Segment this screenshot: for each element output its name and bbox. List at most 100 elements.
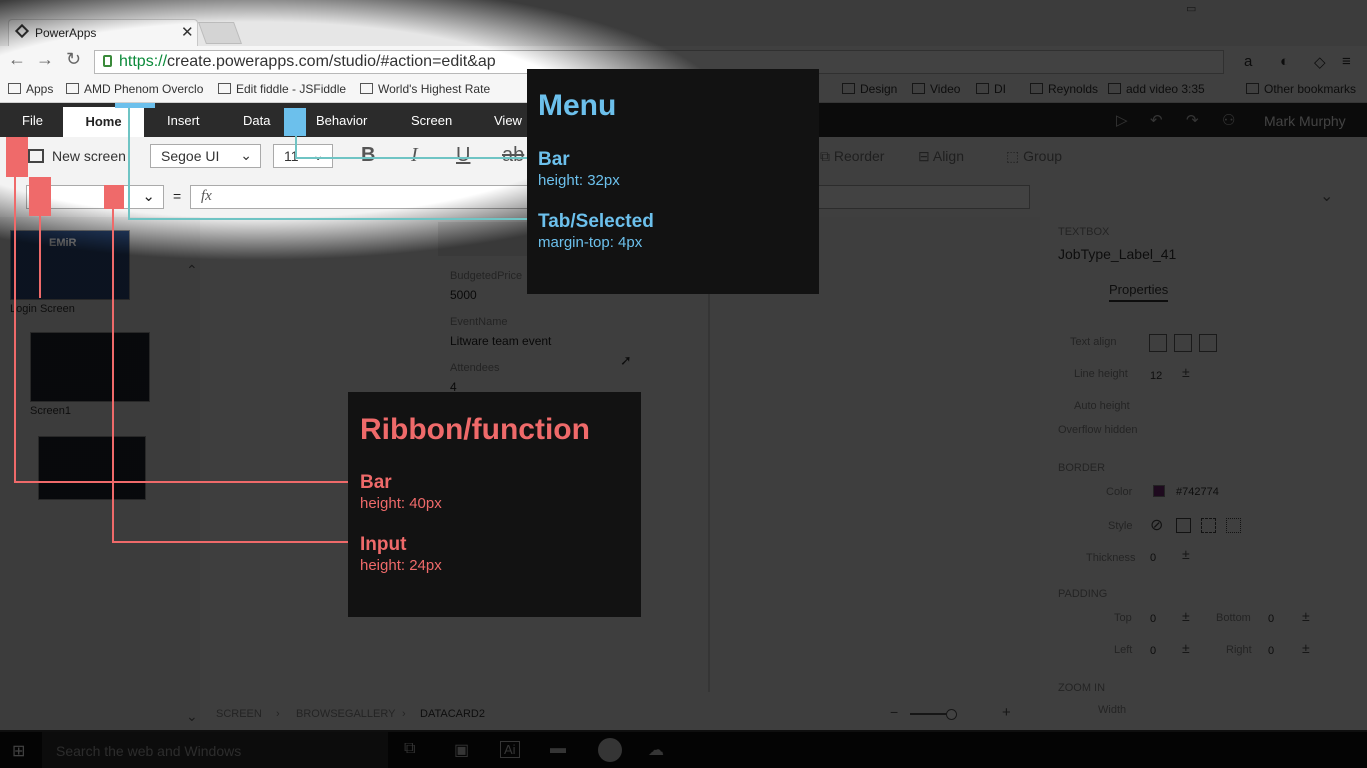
prop-label: Top	[1114, 612, 1132, 624]
close-icon[interactable]: ✕	[181, 23, 194, 41]
tab-view[interactable]: View	[494, 113, 522, 128]
menu-icon[interactable]: ≡	[1342, 53, 1351, 70]
connector-line	[295, 157, 533, 159]
user-icon[interactable]: ⚇	[1222, 111, 1235, 129]
back-icon[interactable]: ←	[8, 49, 26, 70]
illustrator-icon[interactable]: Ai	[500, 741, 520, 758]
browser-tab[interactable]: PowerApps ✕	[8, 19, 198, 46]
no-border-icon[interactable]: ⊘	[1150, 515, 1163, 535]
menu-bar-marker	[284, 108, 306, 136]
stepper-icon[interactable]: ±	[1302, 640, 1310, 656]
bookmark-di[interactable]: DI	[976, 82, 1006, 96]
underline-button[interactable]: U	[456, 144, 470, 167]
stepper-icon[interactable]: ±	[1182, 364, 1190, 380]
thickness-value[interactable]: 0	[1150, 552, 1156, 564]
control-name[interactable]: JobType_Label_41	[1058, 246, 1176, 262]
new-screen-button[interactable]: New screen	[28, 148, 126, 164]
font-select[interactable]: Segoe UI ⌄	[150, 144, 261, 168]
forward-icon[interactable]: →	[36, 49, 54, 70]
flame-icon	[66, 83, 79, 94]
group-button[interactable]: ⬚ Group	[1006, 148, 1062, 165]
italic-button[interactable]: I	[411, 144, 418, 167]
folder-icon	[842, 83, 855, 94]
redo-icon[interactable]: ↷	[1186, 111, 1199, 129]
tab-file[interactable]: File	[22, 113, 43, 128]
bookmark-other[interactable]: Other bookmarks	[1246, 82, 1356, 96]
bookmark-jsfiddle[interactable]: Edit fiddle - JSFiddle	[218, 82, 346, 96]
breadcrumb-item[interactable]: BROWSEGALLERY	[296, 708, 395, 720]
taskbar-search[interactable]: Search the web and Windows	[42, 732, 388, 768]
breadcrumb-item[interactable]: SCREEN	[216, 708, 262, 720]
annotation-spec: height: 32px	[538, 172, 620, 189]
play-icon[interactable]: ▷	[1116, 111, 1128, 129]
align-left-icon[interactable]	[1149, 334, 1167, 352]
group-icon: ⬚	[1006, 148, 1024, 164]
solid-border-icon[interactable]	[1176, 518, 1191, 533]
tab-behavior[interactable]: Behavior	[316, 113, 367, 128]
reload-icon[interactable]: ↻	[66, 49, 81, 70]
bookmark-amd[interactable]: AMD Phenom Overclo	[66, 82, 203, 96]
line-height-value[interactable]: 12	[1150, 370, 1162, 382]
task-view-icon[interactable]: ⧉	[404, 740, 415, 758]
chevron-down-icon[interactable]: ⌄	[1320, 186, 1333, 206]
file-explorer-icon[interactable]: ▬	[550, 740, 566, 758]
color-swatch[interactable]	[1153, 485, 1165, 497]
new-tab-button[interactable]	[197, 22, 243, 44]
dotted-border-icon[interactable]	[1226, 518, 1241, 533]
tab-insert[interactable]: Insert	[167, 113, 200, 128]
bookmark-design[interactable]: Design	[842, 82, 897, 96]
tab-home[interactable]: Home	[63, 107, 144, 137]
bookmark-add-video[interactable]: add video 3:35	[1108, 82, 1205, 96]
prop-label: Thickness	[1086, 552, 1136, 564]
padding-left-value[interactable]: 0	[1150, 645, 1156, 657]
user-name[interactable]: Mark Murphy	[1264, 113, 1346, 129]
tab-data[interactable]: Data	[243, 113, 270, 128]
reorder-button[interactable]: ⧉ Reorder	[820, 148, 884, 165]
bold-button[interactable]: B	[361, 144, 375, 167]
window-controls[interactable]: ▭	[1186, 2, 1196, 15]
chevron-down-icon[interactable]: ⌄	[186, 708, 198, 725]
screen-thumbnail-2[interactable]	[38, 436, 146, 500]
dashed-border-icon[interactable]	[1201, 518, 1216, 533]
screen-thumbnail-1[interactable]	[30, 332, 150, 402]
fx-icon: fx	[201, 188, 212, 204]
color-value[interactable]: #742774	[1176, 486, 1219, 498]
prop-label: Bottom	[1216, 612, 1251, 624]
zoom-out-icon[interactable]: −	[890, 704, 898, 720]
chrome-icon[interactable]	[598, 738, 622, 762]
prop-label: Right	[1226, 644, 1252, 656]
bookmark-apps[interactable]: Apps	[8, 82, 53, 96]
tab-properties[interactable]: Properties	[1109, 282, 1169, 302]
align-center-icon[interactable]	[1174, 334, 1192, 352]
bookmark-world-rate[interactable]: World's Highest Rate	[360, 82, 490, 96]
chevron-down-icon: ⌄	[142, 188, 155, 205]
padding-top-value[interactable]: 0	[1150, 613, 1156, 625]
stepper-icon[interactable]: ±	[1182, 608, 1190, 624]
bookmark-video[interactable]: Video	[912, 82, 960, 96]
tab-screen[interactable]: Screen	[411, 113, 452, 128]
strikethrough-button[interactable]: ab	[502, 144, 524, 167]
stepper-icon[interactable]: ±	[1182, 640, 1190, 656]
padding-bottom-value[interactable]: 0	[1268, 613, 1274, 625]
connector-line	[14, 481, 358, 483]
breadcrumb-current[interactable]: DATACARD2	[420, 708, 485, 720]
zoom-slider-thumb[interactable]	[946, 709, 957, 720]
extension-icon[interactable]: ◇	[1314, 53, 1326, 71]
messaging-icon[interactable]: ☁	[648, 740, 664, 760]
windows-start-icon[interactable]: ⊞	[12, 741, 25, 761]
app-icon[interactable]: ▣	[454, 740, 469, 760]
zoom-in-icon[interactable]: +	[1002, 704, 1011, 721]
extension-icon[interactable]: ◐	[1280, 53, 1289, 70]
amazon-extension-icon[interactable]: a	[1244, 53, 1252, 70]
stepper-icon[interactable]: ±	[1182, 546, 1190, 562]
stepper-icon[interactable]: ±	[1302, 608, 1310, 624]
chevron-up-icon[interactable]: ⌃	[186, 262, 198, 279]
field-value[interactable]: 5000	[450, 288, 477, 302]
bookmark-reynolds[interactable]: Reynolds	[1030, 82, 1098, 96]
field-value[interactable]: Litware team event	[450, 334, 551, 348]
undo-icon[interactable]: ↶	[1150, 111, 1163, 129]
align-button[interactable]: ⊟ Align	[918, 148, 964, 165]
align-right-icon[interactable]	[1199, 334, 1217, 352]
font-size-select[interactable]: 11 ⌄	[273, 144, 333, 168]
padding-right-value[interactable]: 0	[1268, 645, 1274, 657]
